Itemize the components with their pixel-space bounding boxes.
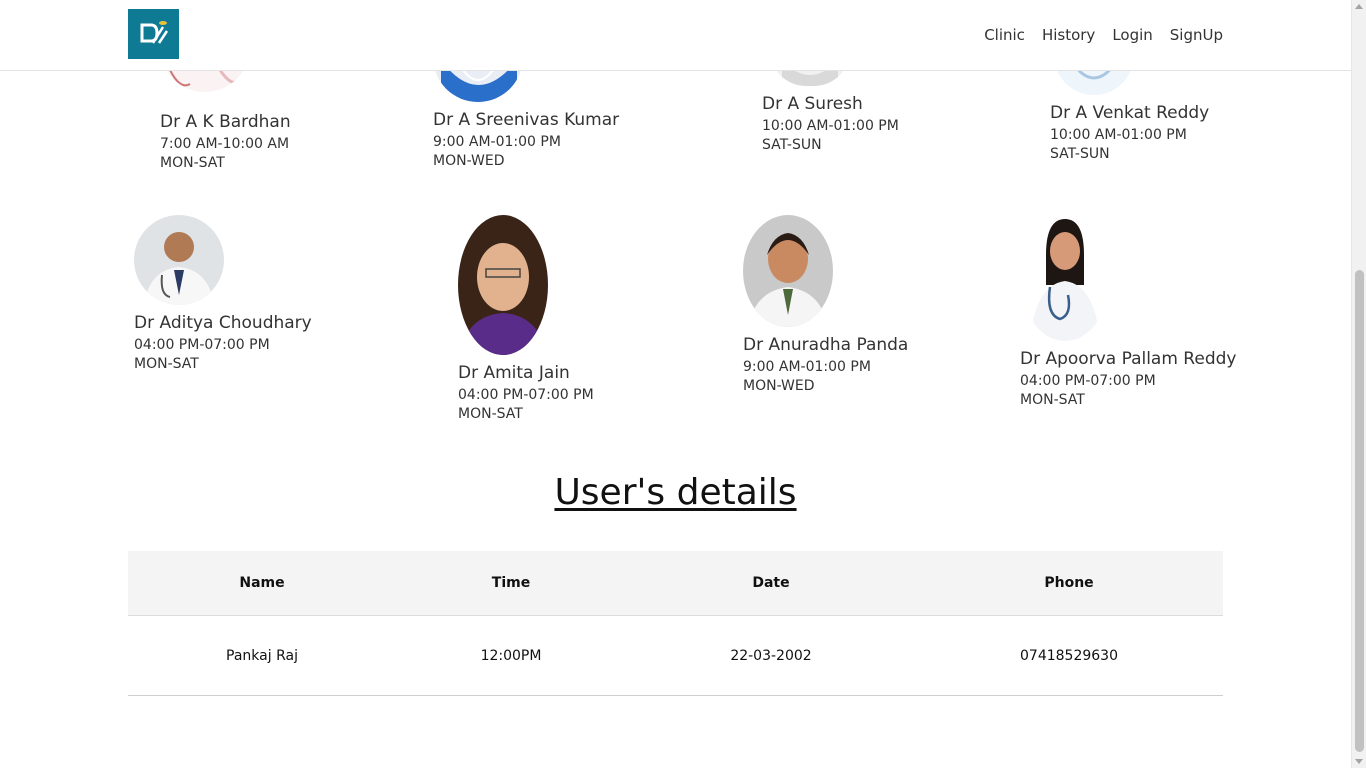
scrollbar-thumb[interactable] xyxy=(1355,270,1364,752)
doctor-time: 10:00 AM-01:00 PM xyxy=(1050,127,1187,143)
cell-name: Pankaj Raj xyxy=(226,647,298,664)
doctor-days: MON-SAT xyxy=(1020,392,1085,408)
doctor-days: MON-SAT xyxy=(458,406,523,422)
nav-link-history[interactable]: History xyxy=(1042,26,1095,44)
table-header: Name Time Date Phone xyxy=(128,551,1223,616)
doctor-name: Dr A Venkat Reddy xyxy=(1050,103,1210,123)
cell-phone: 07418529630 xyxy=(1020,647,1118,664)
doctor-time: 9:00 AM-01:00 PM xyxy=(433,134,561,150)
doctor-days: MON-SAT xyxy=(134,356,199,372)
doctor-time: 9:00 AM-01:00 PM xyxy=(743,359,871,375)
doctor-name: Dr Apoorva Pallam Reddy xyxy=(1020,349,1237,369)
doctor-name: Dr Amita Jain xyxy=(458,363,570,383)
doctor-time: 04:00 PM-07:00 PM xyxy=(134,337,270,353)
user-details-table: Name Time Date Phone Pankaj Raj 12:00PM … xyxy=(128,551,1223,696)
doctor-card[interactable]: Dr Apoorva Pallam Reddy 04:00 PM-07:00 P… xyxy=(1020,215,1236,408)
nav-link-login[interactable]: Login xyxy=(1112,26,1152,44)
user-details-heading: User's details xyxy=(554,472,797,513)
doctor-time: 04:00 PM-07:00 PM xyxy=(458,387,594,403)
doctor-days: SAT-SUN xyxy=(1050,146,1110,162)
scroll-down-arrow-icon[interactable] xyxy=(1355,759,1363,764)
doctor-time: 04:00 PM-07:00 PM xyxy=(1020,373,1156,389)
cell-time: 12:00PM xyxy=(480,647,542,664)
doctor-name: Dr A K Bardhan xyxy=(160,112,291,132)
doctor-name: Dr Anuradha Panda xyxy=(743,335,909,355)
doctor-days: SAT-SUN xyxy=(762,137,822,153)
doctor-time: 7:00 AM-10:00 AM xyxy=(160,136,290,152)
doctor-days: MON-WED xyxy=(433,153,505,169)
table-row: Pankaj Raj 12:00PM 22-03-2002 0741852963… xyxy=(128,616,1223,696)
page-scrollbar[interactable] xyxy=(1351,0,1366,768)
doctor-photo xyxy=(134,215,224,305)
doctor-name: Dr A Sreenivas Kumar xyxy=(433,110,620,130)
doctor-card[interactable]: Dr Aditya Choudhary 04:00 PM-07:00 PM MO… xyxy=(134,215,312,372)
clinic-logo[interactable] xyxy=(128,9,179,59)
doctor-name: Dr Aditya Choudhary xyxy=(134,313,312,333)
scroll-up-arrow-icon[interactable] xyxy=(1355,4,1363,9)
doctor-time: 10:00 AM-01:00 PM xyxy=(762,118,899,134)
doctor-card[interactable]: Dr Anuradha Panda 9:00 AM-01:00 PM MON-W… xyxy=(743,215,908,394)
nav-link-clinic[interactable]: Clinic xyxy=(984,26,1025,44)
doctor-photo xyxy=(1020,215,1110,341)
column-header-name: Name xyxy=(239,575,285,591)
column-header-time: Time xyxy=(491,575,531,591)
navbar: Clinic History Login SignUp xyxy=(0,0,1351,71)
nav-links: Clinic History Login SignUp xyxy=(984,26,1223,44)
column-header-phone: Phone xyxy=(1044,575,1094,591)
doctor-photo xyxy=(743,215,833,327)
doctor-days: MON-WED xyxy=(743,378,815,394)
doctor-days: MON-SAT xyxy=(160,155,225,171)
logo-icon xyxy=(140,21,168,44)
doctor-name: Dr A Suresh xyxy=(762,94,863,114)
cell-date: 22-03-2002 xyxy=(730,647,812,664)
nav-link-signup[interactable]: SignUp xyxy=(1170,26,1223,44)
doctor-photo xyxy=(458,215,548,355)
column-header-date: Date xyxy=(752,575,790,591)
doctor-card[interactable]: Dr Amita Jain 04:00 PM-07:00 PM MON-SAT xyxy=(458,215,594,422)
